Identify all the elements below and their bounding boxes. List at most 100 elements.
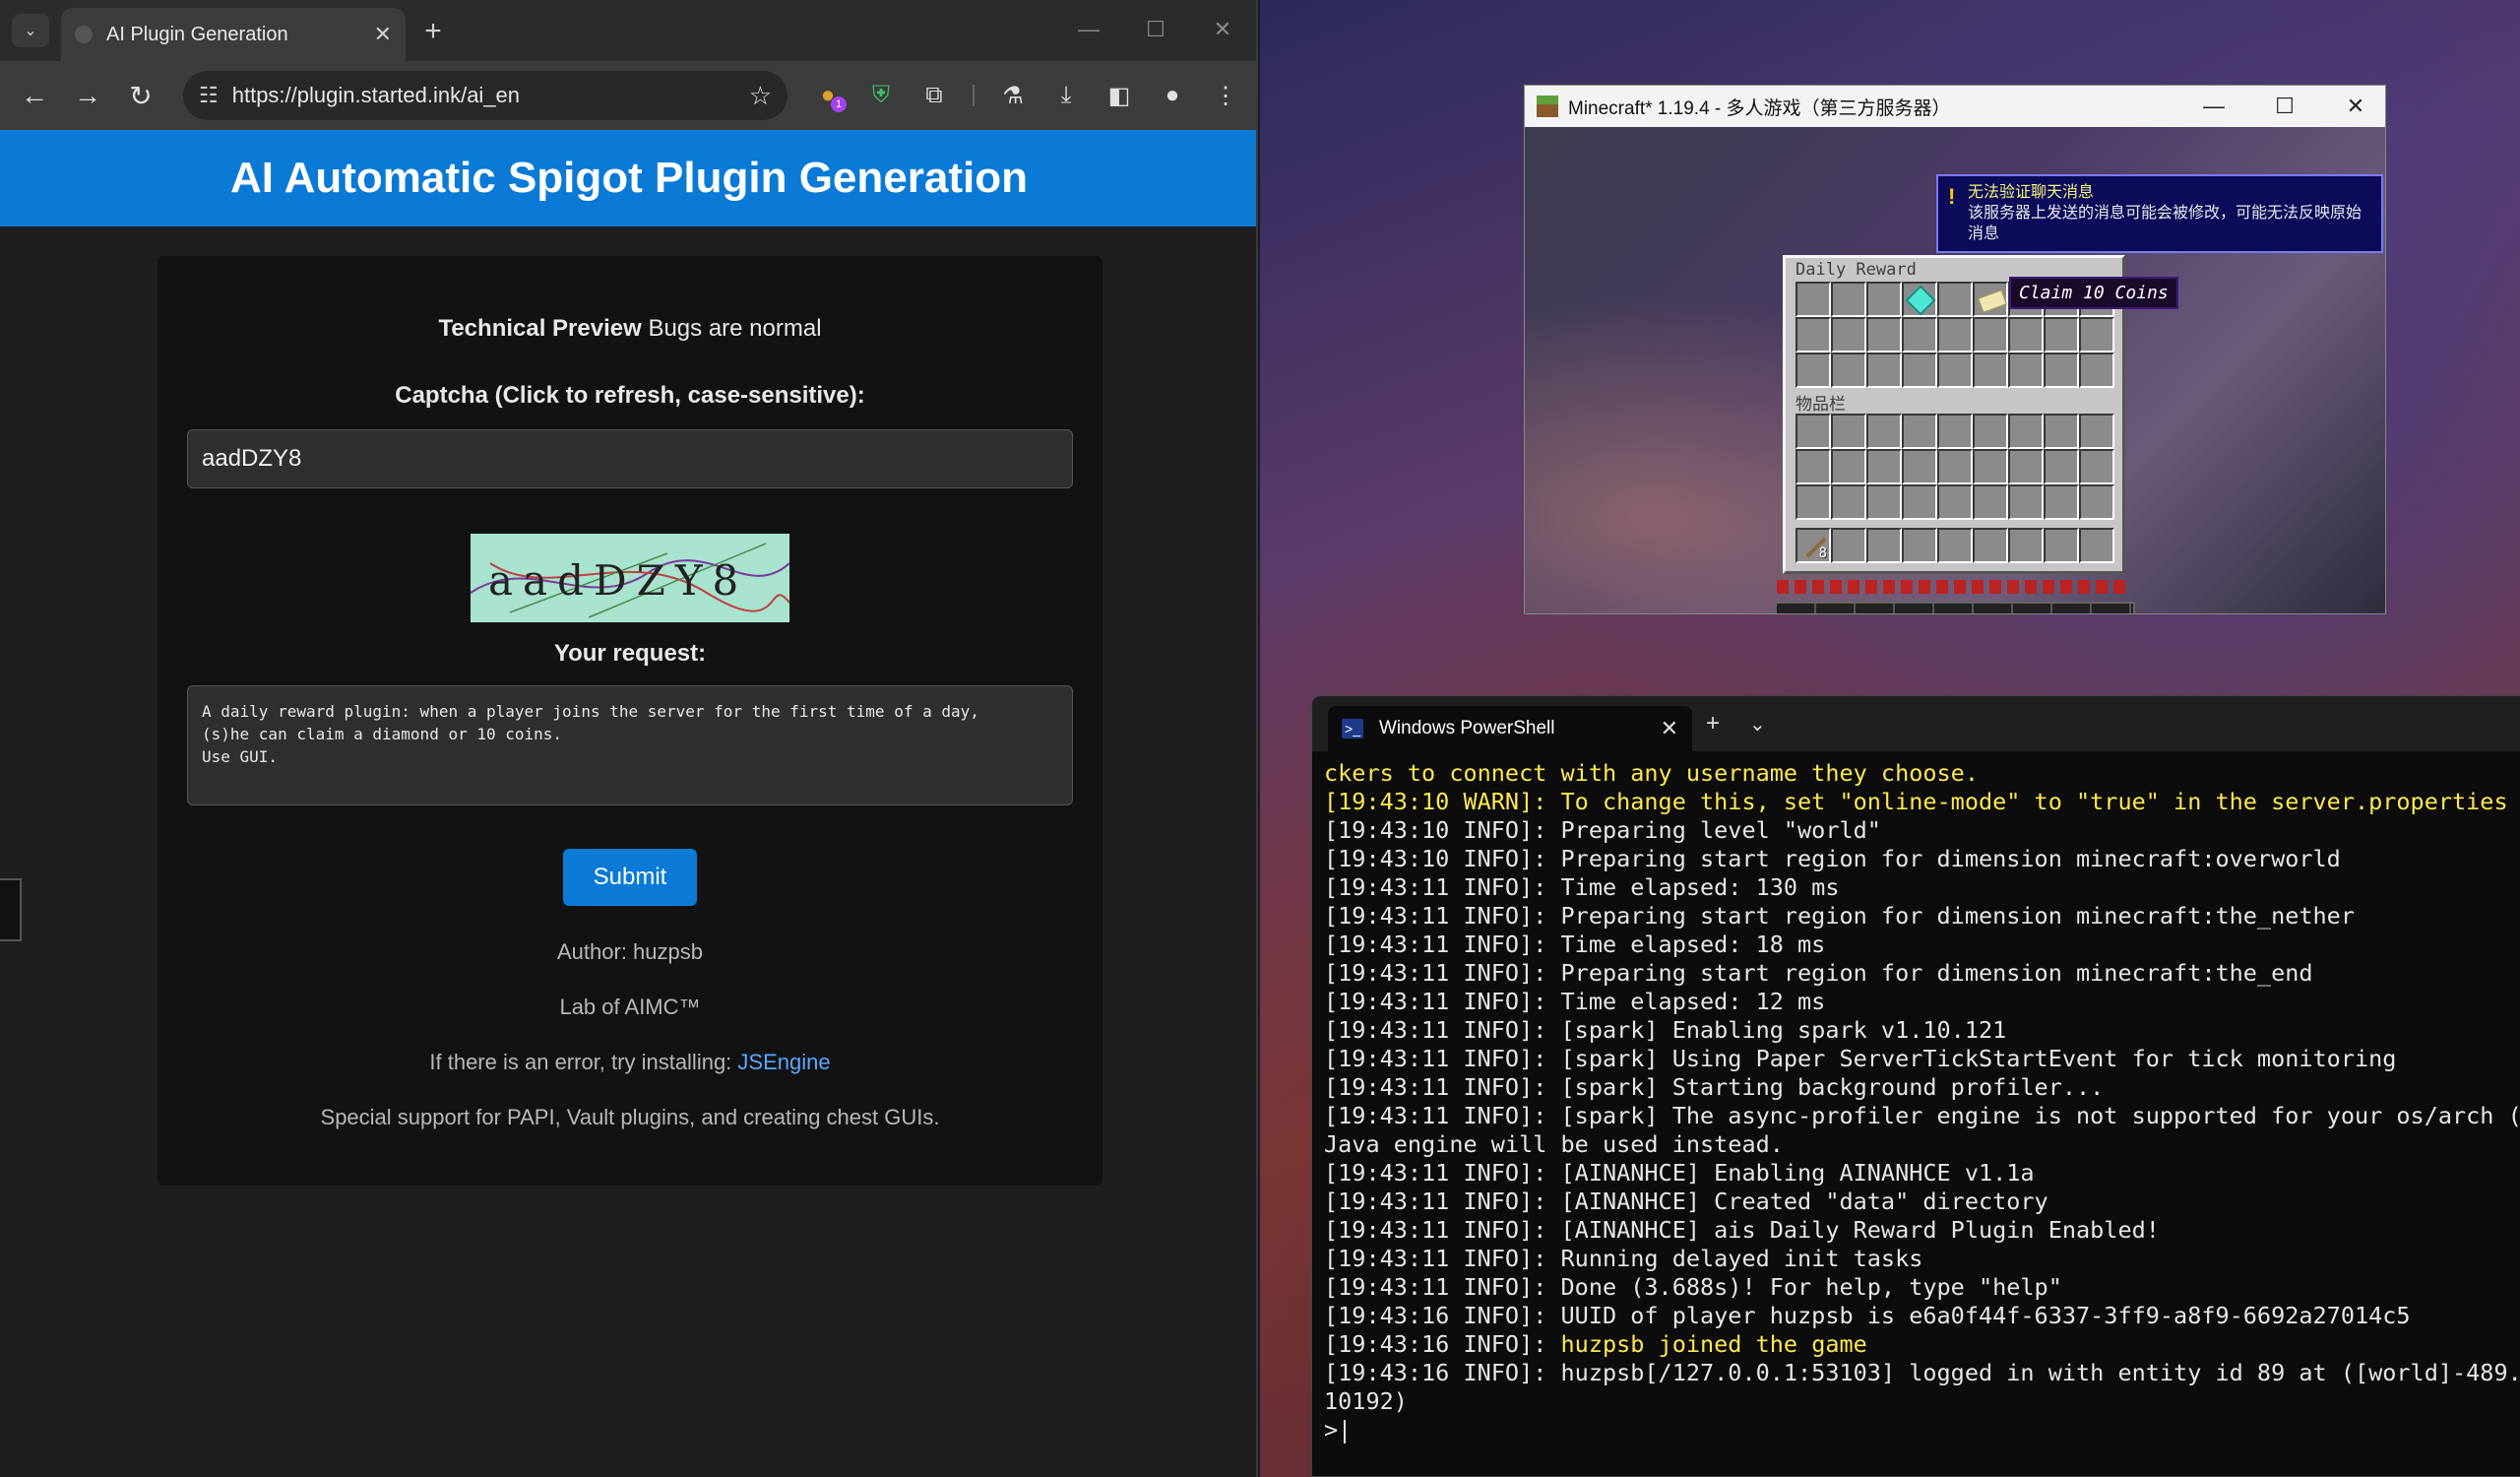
terminal-tab[interactable]: >_ Windows PowerShell ✕	[1328, 706, 1692, 751]
captcha-input[interactable]	[187, 429, 1073, 488]
back-button[interactable]: ←	[16, 77, 53, 114]
hotbar-slot[interactable]	[1934, 604, 1974, 613]
inventory-slot[interactable]	[1937, 449, 1973, 484]
shield-extension-button[interactable]: ⛨	[862, 77, 900, 114]
extension-button[interactable]: ● 1	[809, 77, 847, 114]
inventory-slot[interactable]	[1937, 414, 1973, 449]
inventory-slot[interactable]	[2008, 353, 2044, 388]
maximize-button[interactable]: ☐	[2257, 90, 2312, 123]
hotbar-slot[interactable]	[2052, 604, 2092, 613]
hotbar-slot[interactable]	[2092, 604, 2131, 613]
request-textarea[interactable]: A daily reward plugin: when a player joi…	[187, 685, 1073, 805]
inventory-slot[interactable]	[1831, 282, 1866, 317]
inventory-slot[interactable]	[1973, 282, 2008, 317]
inventory-slot[interactable]	[1973, 353, 2008, 388]
inventory-slot[interactable]	[2008, 317, 2044, 353]
inventory-slot[interactable]	[1866, 317, 1902, 353]
inventory-slot[interactable]	[2079, 528, 2114, 563]
minimize-button[interactable]: —	[1069, 12, 1108, 47]
inventory-slot[interactable]	[2008, 414, 2044, 449]
labs-button[interactable]: ⚗	[994, 77, 1032, 114]
hotbar-slot[interactable]	[1856, 604, 1895, 613]
inventory-slot[interactable]	[1937, 528, 1973, 563]
side-panel-button[interactable]: ◧	[1101, 77, 1138, 114]
inventory-slot[interactable]	[1796, 317, 1831, 353]
reload-button[interactable]: ↻	[122, 77, 159, 114]
hotbar-slot[interactable]	[1974, 604, 2013, 613]
terminal-prompt[interactable]: >	[1324, 1416, 2520, 1445]
close-icon[interactable]: ✕	[374, 22, 392, 47]
inventory-slot[interactable]	[1973, 414, 2008, 449]
forward-button[interactable]: →	[69, 77, 106, 114]
inventory-slot[interactable]	[1902, 449, 1937, 484]
maximize-button[interactable]: ☐	[1136, 12, 1175, 47]
url-text[interactable]: https://plugin.started.ink/ai_en	[232, 83, 749, 108]
menu-button[interactable]: ⋮	[1207, 77, 1244, 114]
inventory-slot[interactable]	[1902, 353, 1937, 388]
inventory-slot[interactable]	[2079, 484, 2114, 520]
inventory-slot[interactable]	[1796, 282, 1831, 317]
hotbar-slot[interactable]	[1816, 604, 1856, 613]
inventory-slot[interactable]	[1902, 484, 1937, 520]
hotbar-slot[interactable]	[1777, 604, 1816, 613]
site-info-icon[interactable]: ☷	[199, 83, 219, 108]
extensions-button[interactable]: ⧉	[915, 77, 953, 114]
inventory-slot[interactable]	[1796, 414, 1831, 449]
inventory-slot[interactable]	[1902, 317, 1937, 353]
inventory-slot[interactable]	[1831, 484, 1866, 520]
inventory-slot[interactable]	[1796, 449, 1831, 484]
inventory-slot[interactable]	[1937, 353, 1973, 388]
inventory-slot[interactable]	[1866, 414, 1902, 449]
captcha-image[interactable]: aadDZY8	[471, 534, 789, 622]
inventory-slot[interactable]	[1902, 528, 1937, 563]
jsengine-link[interactable]: JSEngine	[737, 1050, 830, 1074]
inventory-slot[interactable]	[2079, 449, 2114, 484]
inventory-slot[interactable]	[2044, 317, 2079, 353]
inventory-slot[interactable]	[1937, 317, 1973, 353]
inventory-slot[interactable]	[2044, 449, 2079, 484]
inventory-slot[interactable]	[2008, 449, 2044, 484]
inventory-slot[interactable]	[2044, 353, 2079, 388]
inventory-slot[interactable]	[1831, 528, 1866, 563]
downloads-button[interactable]: ⤓	[1047, 77, 1085, 114]
inventory-slot[interactable]	[1831, 414, 1866, 449]
inventory-slot[interactable]	[2079, 353, 2114, 388]
inventory-slot[interactable]	[1866, 282, 1902, 317]
inventory-slot[interactable]	[1937, 282, 1973, 317]
inventory-slot[interactable]: 8	[1796, 528, 1831, 563]
inventory-slot[interactable]	[1973, 528, 2008, 563]
inventory-slot[interactable]	[1902, 414, 1937, 449]
submit-button[interactable]: Submit	[563, 849, 697, 906]
inventory-slot[interactable]	[2008, 528, 2044, 563]
close-window-button[interactable]: ✕	[1203, 12, 1242, 47]
inventory-slot[interactable]	[1937, 484, 1973, 520]
bookmark-star-icon[interactable]: ☆	[749, 81, 772, 111]
inventory-slot[interactable]	[2079, 414, 2114, 449]
inventory-slot[interactable]	[1831, 449, 1866, 484]
inventory-slot[interactable]	[1973, 317, 2008, 353]
profile-button[interactable]: ●	[1154, 77, 1191, 114]
minecraft-game-view[interactable]: ! 无法验证聊天消息 该服务器上发送的消息可能会被修改，可能无法反映原始消息 D…	[1525, 127, 2385, 613]
inventory-slot[interactable]	[1866, 528, 1902, 563]
inventory-slot[interactable]	[1796, 353, 1831, 388]
inventory-slot[interactable]	[1866, 484, 1902, 520]
inventory-slot[interactable]	[2044, 484, 2079, 520]
tab-search-button[interactable]: ⌄	[12, 14, 49, 47]
tab-dropdown-button[interactable]: ⌄	[1749, 712, 1766, 737]
inventory-slot[interactable]	[1831, 353, 1866, 388]
terminal-output[interactable]: ckers to connect with any username they …	[1324, 759, 2520, 1445]
inventory-slot[interactable]	[2079, 317, 2114, 353]
inventory-slot[interactable]	[1796, 484, 1831, 520]
inventory-slot[interactable]	[1973, 449, 2008, 484]
close-icon[interactable]: ✕	[1661, 716, 1678, 741]
inventory-slot[interactable]	[1902, 282, 1937, 317]
inventory-slot[interactable]	[1831, 317, 1866, 353]
inventory-slot[interactable]	[1866, 353, 1902, 388]
new-tab-button[interactable]: +	[413, 14, 453, 49]
new-tab-button[interactable]: +	[1706, 710, 1720, 738]
inventory-slot[interactable]	[2044, 414, 2079, 449]
hotbar-slot[interactable]	[2013, 604, 2052, 613]
address-bar[interactable]: ☷ https://plugin.started.ink/ai_en ☆	[183, 71, 788, 120]
minimize-button[interactable]: —	[2186, 90, 2241, 123]
inventory-slot[interactable]	[1973, 484, 2008, 520]
